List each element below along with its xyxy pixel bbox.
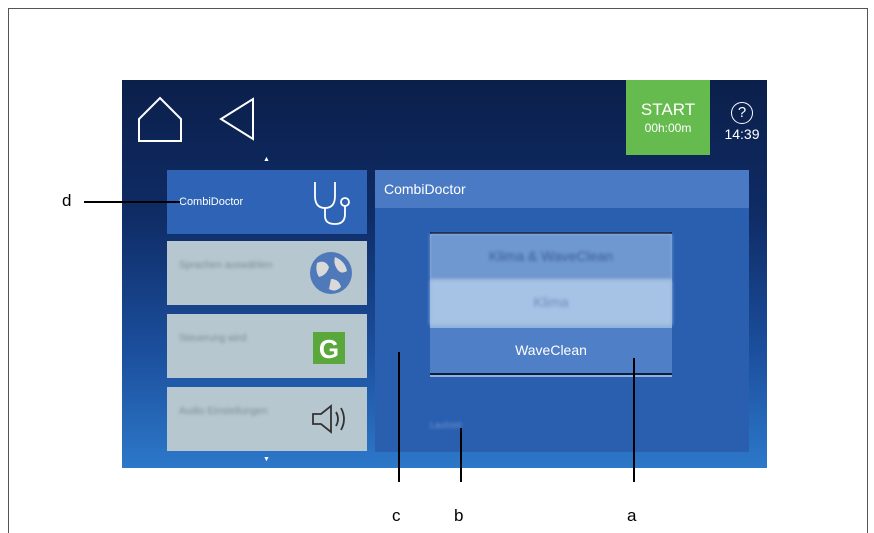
callout-label-c: c bbox=[392, 506, 401, 525]
touch-screen: START 00h:00m ? 14:39 ▲ ▼ CombiDoctor Sp… bbox=[122, 80, 767, 468]
globe-icon bbox=[307, 249, 355, 297]
back-triangle-icon[interactable] bbox=[217, 96, 257, 142]
combidoctor-panel: CombiDoctor Klima & WaveClean Klima Wave… bbox=[375, 170, 749, 452]
mode-picker[interactable]: Klima & WaveClean Klima WaveClean bbox=[430, 232, 672, 377]
callout-line-d bbox=[84, 201, 180, 203]
menu-item-combidoctor[interactable]: CombiDoctor bbox=[167, 170, 367, 234]
menu-item-control[interactable]: Steuerung wird G bbox=[167, 314, 367, 378]
callout-label-b: b bbox=[454, 506, 464, 525]
start-timer: 00h:00m bbox=[644, 120, 692, 135]
callout-label-a: a bbox=[627, 506, 637, 525]
home-icon[interactable] bbox=[136, 95, 184, 145]
help-icon[interactable]: ? bbox=[731, 102, 753, 124]
panel-footer-text: Laufzeit bbox=[430, 420, 462, 430]
callout-line-a bbox=[633, 358, 635, 482]
menu-item-label: Steuerung wird bbox=[179, 333, 247, 344]
menu-item-language[interactable]: Sprachen auswählen bbox=[167, 241, 367, 305]
panel-header: CombiDoctor bbox=[375, 170, 749, 208]
start-button[interactable]: START 00h:00m bbox=[626, 80, 710, 155]
frame-left bbox=[8, 8, 9, 533]
menu-item-label: Audio Einstellungen bbox=[179, 406, 268, 417]
scroll-up-icon[interactable]: ▲ bbox=[263, 156, 270, 163]
g-logo-icon: G bbox=[307, 322, 355, 370]
start-label: START bbox=[640, 99, 696, 119]
callout-label-d: d bbox=[62, 191, 72, 210]
picker-option[interactable]: Klima & WaveClean bbox=[430, 234, 672, 279]
svg-text:G: G bbox=[319, 334, 339, 364]
stethoscope-icon bbox=[307, 178, 355, 226]
picker-bottom-border bbox=[430, 373, 672, 375]
scroll-down-icon[interactable]: ▼ bbox=[263, 456, 270, 463]
picker-option[interactable]: Klima bbox=[430, 280, 672, 325]
callout-line-b bbox=[460, 428, 462, 482]
menu-item-label: CombiDoctor bbox=[179, 196, 244, 208]
menu-item-audio[interactable]: Audio Einstellungen bbox=[167, 387, 367, 451]
clock: 14:39 bbox=[724, 126, 760, 142]
frame-right bbox=[867, 8, 868, 533]
help-area: ? 14:39 bbox=[722, 102, 762, 142]
callout-line-c bbox=[398, 352, 400, 482]
frame-top bbox=[8, 8, 868, 9]
picker-option-selected[interactable]: WaveClean bbox=[430, 328, 672, 373]
speaker-icon bbox=[307, 395, 355, 443]
panel-title: CombiDoctor bbox=[384, 181, 466, 197]
menu-item-label: Sprachen auswählen bbox=[179, 260, 273, 271]
